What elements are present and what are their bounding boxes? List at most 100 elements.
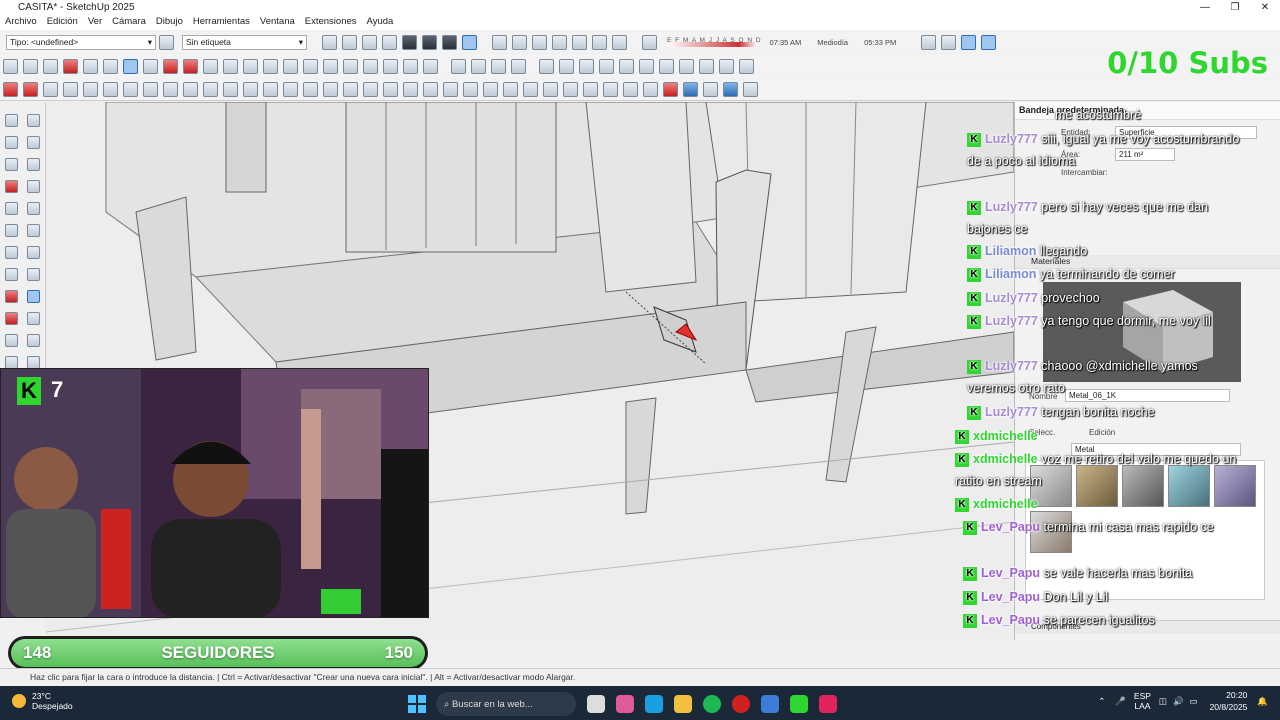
warehouse-icon[interactable]	[362, 58, 378, 74]
xray-style-icon[interactable]	[321, 34, 337, 50]
left-view-icon[interactable]	[591, 34, 607, 50]
pencil-icon[interactable]	[5, 180, 18, 193]
menu-edicion[interactable]: Edición	[42, 15, 83, 30]
polyline-icon[interactable]	[42, 82, 58, 97]
push-pull-icon[interactable]	[122, 58, 138, 74]
protractor-icon[interactable]	[5, 268, 18, 281]
flip-icon[interactable]	[342, 82, 358, 97]
maximize-button[interactable]: ❐	[1220, 0, 1250, 15]
wireframe-icon[interactable]	[361, 34, 377, 50]
menu-dibujo[interactable]: Dibujo	[151, 15, 188, 30]
redo-icon[interactable]	[698, 58, 714, 74]
section-fill-icon[interactable]	[980, 34, 996, 50]
new-file-icon[interactable]	[538, 58, 554, 74]
model-info-icon[interactable]	[738, 58, 754, 74]
taskbar-clock[interactable]: 20:20 20/8/2025	[1210, 689, 1248, 713]
beam-icon[interactable]	[482, 82, 498, 97]
pie-icon[interactable]	[27, 246, 40, 259]
lasso-icon[interactable]	[27, 114, 40, 127]
sweep-icon[interactable]	[282, 82, 298, 97]
edge-icon[interactable]	[645, 695, 663, 713]
taskbar-search[interactable]: ⌕ Buscar en la web...	[436, 692, 576, 716]
curve-icon[interactable]	[62, 82, 78, 97]
wall-icon[interactable]	[402, 82, 418, 97]
zoom-icon[interactable]	[322, 58, 338, 74]
share-icon[interactable]	[402, 58, 418, 74]
window-tool-icon[interactable]	[422, 82, 438, 97]
eraser-small-icon[interactable]	[27, 158, 40, 171]
zoom-extents-icon[interactable]	[342, 58, 358, 74]
pin-icon[interactable]	[742, 82, 758, 97]
loft-icon[interactable]	[162, 82, 178, 97]
orbit-icon[interactable]	[282, 58, 298, 74]
menu-herramientas[interactable]: Herramientas	[188, 15, 255, 30]
push-pull-small-icon[interactable]	[27, 290, 40, 303]
menu-archivo[interactable]: Archivo	[0, 15, 42, 30]
bezier-icon[interactable]	[22, 82, 38, 97]
front-view-icon[interactable]	[531, 34, 547, 50]
select-arrow-icon[interactable]	[22, 58, 38, 74]
undo-icon[interactable]	[678, 58, 694, 74]
freehand-small-icon[interactable]	[27, 180, 40, 193]
back-edges-icon[interactable]	[341, 34, 357, 50]
arc-icon[interactable]	[82, 58, 98, 74]
windows-start-icon[interactable]	[408, 695, 426, 713]
slab-icon[interactable]	[522, 82, 538, 97]
sketchup-icon[interactable]	[761, 695, 779, 713]
line-icon[interactable]	[62, 58, 78, 74]
rail-icon[interactable]	[542, 82, 558, 97]
weather-widget[interactable]: 23°C Despejado	[12, 691, 73, 711]
sun-tool-icon[interactable]	[642, 82, 658, 97]
follow-me-icon[interactable]	[222, 58, 238, 74]
shell-icon[interactable]	[182, 82, 198, 97]
hatch-icon[interactable]	[622, 82, 638, 97]
layout-icon[interactable]	[422, 58, 438, 74]
extension-icon[interactable]	[382, 58, 398, 74]
brick-icon[interactable]	[602, 82, 618, 97]
arc-small-icon[interactable]	[5, 246, 18, 259]
mic-icon[interactable]: 🎤	[1115, 696, 1126, 707]
offset-small-icon[interactable]	[27, 334, 40, 347]
eraser-icon[interactable]	[42, 58, 58, 74]
eyedropper-icon[interactable]	[158, 34, 174, 50]
grid-icon[interactable]	[362, 82, 378, 97]
menu-camara[interactable]: Cámara	[107, 15, 151, 30]
delete-icon[interactable]	[658, 58, 674, 74]
polygon-icon[interactable]	[27, 224, 40, 237]
type-select[interactable]: Tipo: <undefined> ▾	[6, 34, 156, 50]
cube-icon[interactable]	[682, 82, 698, 97]
section-display-icon[interactable]	[940, 34, 956, 50]
follow-small-icon[interactable]	[27, 312, 40, 325]
app-icon[interactable]	[819, 695, 837, 713]
trim-icon[interactable]	[510, 58, 526, 74]
move-small-icon[interactable]	[5, 290, 18, 303]
tray-overflow-icon[interactable]: ⌃	[1098, 696, 1105, 707]
paint-bucket-icon[interactable]	[262, 58, 278, 74]
colors-icon[interactable]	[722, 82, 738, 97]
scale-small-icon[interactable]	[5, 334, 18, 347]
copy-icon[interactable]	[618, 58, 634, 74]
bevel-icon[interactable]	[202, 82, 218, 97]
menu-ver[interactable]: Ver	[83, 15, 107, 30]
monochrome-icon[interactable]	[441, 34, 457, 50]
styles-active-icon[interactable]	[461, 34, 477, 50]
save-icon[interactable]	[578, 58, 594, 74]
profile-icon[interactable]	[242, 82, 258, 97]
section-plane-icon[interactable]	[920, 34, 936, 50]
iso-view-icon[interactable]	[491, 34, 507, 50]
spotify-icon[interactable]	[703, 695, 721, 713]
minimize-button[interactable]: —	[1190, 0, 1220, 15]
menu-ayuda[interactable]: Ayuda	[362, 15, 399, 30]
subtract-icon[interactable]	[490, 58, 506, 74]
tag-icon[interactable]	[5, 158, 18, 171]
chamfer-icon[interactable]	[222, 82, 238, 97]
cut-icon[interactable]	[598, 58, 614, 74]
copilot-icon[interactable]	[616, 695, 634, 713]
array-icon[interactable]	[302, 82, 318, 97]
tape-measure-icon[interactable]	[242, 58, 258, 74]
section-cuts-icon[interactable]	[960, 34, 976, 50]
shadows-toggle-icon[interactable]	[641, 34, 657, 50]
union-icon[interactable]	[470, 58, 486, 74]
extrude-icon[interactable]	[142, 82, 158, 97]
solid-tools-icon[interactable]	[450, 58, 466, 74]
